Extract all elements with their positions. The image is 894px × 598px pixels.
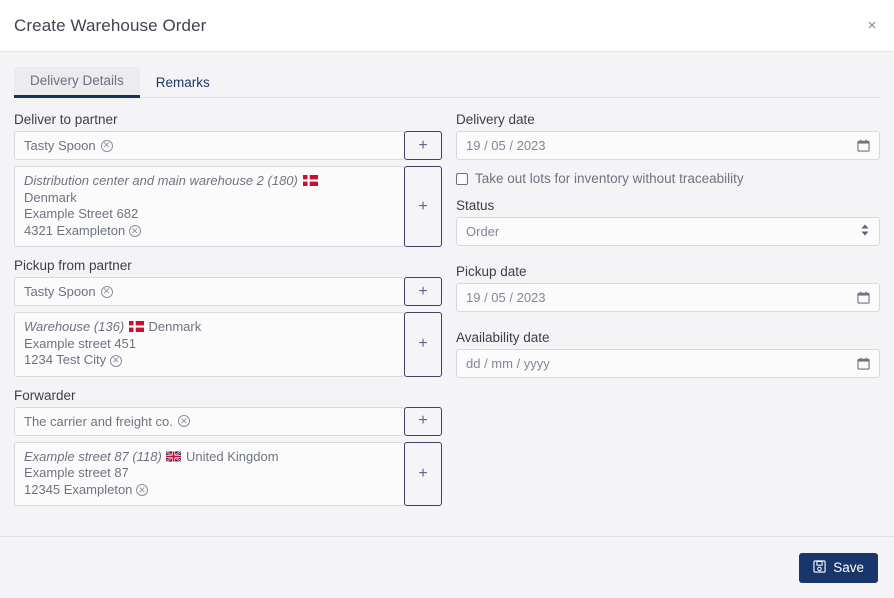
clear-icon[interactable]: ✕ <box>136 484 149 497</box>
add-deliver-address-button[interactable]: + <box>404 166 442 247</box>
status-label: Status <box>456 198 495 213</box>
forwarder-address-city-line: 12345 Exampleton ✕ <box>24 482 395 499</box>
forwarder-address-row: Example street 87 (118) United Kingdom E… <box>14 441 442 506</box>
deliver-to-address-box[interactable]: Distribution center and main warehouse 2… <box>14 166 405 247</box>
clear-icon[interactable]: ✕ <box>177 415 190 427</box>
pickup-address-box[interactable]: Warehouse (136) Denmark Example street 4… <box>14 312 405 377</box>
save-button[interactable]: Save <box>799 552 878 583</box>
forwarder-address-title-line: Example street 87 (118) United Kingdom <box>24 449 395 466</box>
forwarder-address-street: Example street 87 <box>24 465 129 480</box>
pickup-from-partner-value: Tasty Spoon <box>24 284 96 299</box>
traceability-checkbox-row: Take out lots for inventory without trac… <box>456 171 880 186</box>
pickup-date-group: Pickup date 19 / 05 / 2023 <box>456 264 880 312</box>
right-column: Delivery date 19 / 05 / 2023 Take out lo… <box>456 112 880 517</box>
dk-flag-icon <box>128 320 144 332</box>
forwarder-input[interactable]: The carrier and freight co. ✕ <box>14 406 405 436</box>
dialog-body: Delivery Details Remarks Deliver to part… <box>0 52 894 536</box>
delivery-date-label: Delivery date <box>456 112 535 127</box>
delivery-date-input[interactable]: 19 / 05 / 2023 <box>456 131 880 160</box>
clear-icon[interactable]: ✕ <box>128 225 141 238</box>
pickup-address-city-line: 1234 Test City ✕ <box>24 352 395 369</box>
pickup-address-title-line: Warehouse (136) Denmark <box>24 319 395 336</box>
pickup-date-input[interactable]: 19 / 05 / 2023 <box>456 283 880 312</box>
forwarder-row: The carrier and freight co. ✕ + <box>14 406 442 436</box>
close-icon[interactable]: × <box>862 16 882 36</box>
pickup-address-country: Denmark <box>148 319 202 334</box>
delivery-date-value: 19 / 05 / 2023 <box>466 138 546 153</box>
status-group: Status Order <box>456 198 880 246</box>
left-column: Deliver to partner Tasty Spoon ✕ + Distr… <box>14 112 442 517</box>
availability-date-label: Availability date <box>456 330 550 345</box>
gb-flag-icon <box>165 450 182 462</box>
stepper-arrows-icon <box>860 223 870 240</box>
calendar-icon[interactable] <box>857 139 870 152</box>
availability-date-value: dd / mm / yyyy <box>466 356 550 371</box>
tab-bar: Delivery Details Remarks <box>14 66 880 98</box>
pickup-from-partner-label: Pickup from partner <box>14 258 132 273</box>
deliver-to-address-title-line: Distribution center and main warehouse 2… <box>24 173 395 190</box>
forwarder-label: Forwarder <box>14 387 76 403</box>
tab-remarks[interactable]: Remarks <box>140 67 226 98</box>
dialog-header: Create Warehouse Order × <box>0 0 894 52</box>
dk-flag-icon <box>302 174 318 186</box>
traceability-checkbox[interactable] <box>456 172 468 185</box>
pickup-address-street: Example street 451 <box>24 335 137 351</box>
status-select[interactable]: Order <box>456 217 880 246</box>
add-forwarder-button[interactable]: + <box>404 406 442 436</box>
delivery-date-group: Delivery date 19 / 05 / 2023 <box>456 112 880 160</box>
deliver-to-partner-group: Deliver to partner Tasty Spoon ✕ + Distr… <box>14 112 442 247</box>
status-value: Order <box>466 224 500 239</box>
pickup-from-partner-input[interactable]: Tasty Spoon ✕ <box>14 277 405 306</box>
calendar-icon[interactable] <box>857 291 870 304</box>
pickup-from-partner-row: Tasty Spoon ✕ + <box>14 277 442 306</box>
deliver-to-address-city: 4321 Exampleton <box>24 222 126 238</box>
calendar-icon[interactable] <box>857 357 870 370</box>
forwarder-address-box[interactable]: Example street 87 (118) United Kingdom E… <box>14 441 405 506</box>
availability-date-input[interactable]: dd / mm / yyyy <box>456 349 880 378</box>
form-columns: Deliver to partner Tasty Spoon ✕ + Distr… <box>14 112 880 517</box>
deliver-to-partner-label: Deliver to partner <box>14 112 118 127</box>
pickup-from-partner-group: Pickup from partner Tasty Spoon ✕ + Ware… <box>14 258 442 377</box>
clear-icon[interactable]: ✕ <box>109 354 122 367</box>
clear-icon[interactable]: ✕ <box>100 285 113 298</box>
add-pickup-partner-button[interactable]: + <box>404 277 442 306</box>
clear-icon[interactable]: ✕ <box>100 139 113 152</box>
deliver-to-partner-input[interactable]: Tasty Spoon ✕ <box>14 131 405 160</box>
forwarder-group: Forwarder The carrier and freight co. ✕ … <box>14 387 442 506</box>
pickup-address-city: 1234 Test City <box>24 352 107 367</box>
forwarder-address-country: United Kingdom <box>186 448 279 464</box>
save-button-label: Save <box>833 560 864 575</box>
deliver-to-partner-value: Tasty Spoon <box>24 138 96 153</box>
availability-date-group: Availability date dd / mm / yyyy <box>456 330 880 378</box>
deliver-to-address-street: Example Street 682 <box>24 206 139 221</box>
dialog-title: Create Warehouse Order <box>14 15 207 35</box>
pickup-address-row: Warehouse (136) Denmark Example street 4… <box>14 312 442 377</box>
deliver-to-address-title: Distribution center and main warehouse 2… <box>24 173 298 188</box>
deliver-to-address-country: Denmark <box>24 189 77 205</box>
forwarder-value: The carrier and freight co. <box>24 413 173 429</box>
add-pickup-address-button[interactable]: + <box>404 312 442 377</box>
deliver-to-partner-row: Tasty Spoon ✕ + <box>14 131 442 160</box>
deliver-to-address-row: Distribution center and main warehouse 2… <box>14 166 442 247</box>
floppy-disk-icon <box>813 559 826 576</box>
add-deliver-partner-button[interactable]: + <box>404 131 442 160</box>
forwarder-address-title: Example street 87 (118) <box>24 448 162 464</box>
add-forwarder-address-button[interactable]: + <box>404 441 442 506</box>
traceability-checkbox-label: Take out lots for inventory without trac… <box>475 171 744 186</box>
tab-delivery-details[interactable]: Delivery Details <box>14 67 140 98</box>
pickup-address-title: Warehouse (136) <box>24 319 125 334</box>
forwarder-address-city: 12345 Exampleton <box>24 481 133 497</box>
pickup-date-value: 19 / 05 / 2023 <box>466 290 546 305</box>
create-warehouse-order-dialog: Create Warehouse Order × Delivery Detail… <box>0 0 894 598</box>
dialog-footer: Save <box>0 536 894 598</box>
deliver-to-address-city-line: 4321 Exampleton ✕ <box>24 223 395 240</box>
pickup-date-label: Pickup date <box>456 264 527 279</box>
